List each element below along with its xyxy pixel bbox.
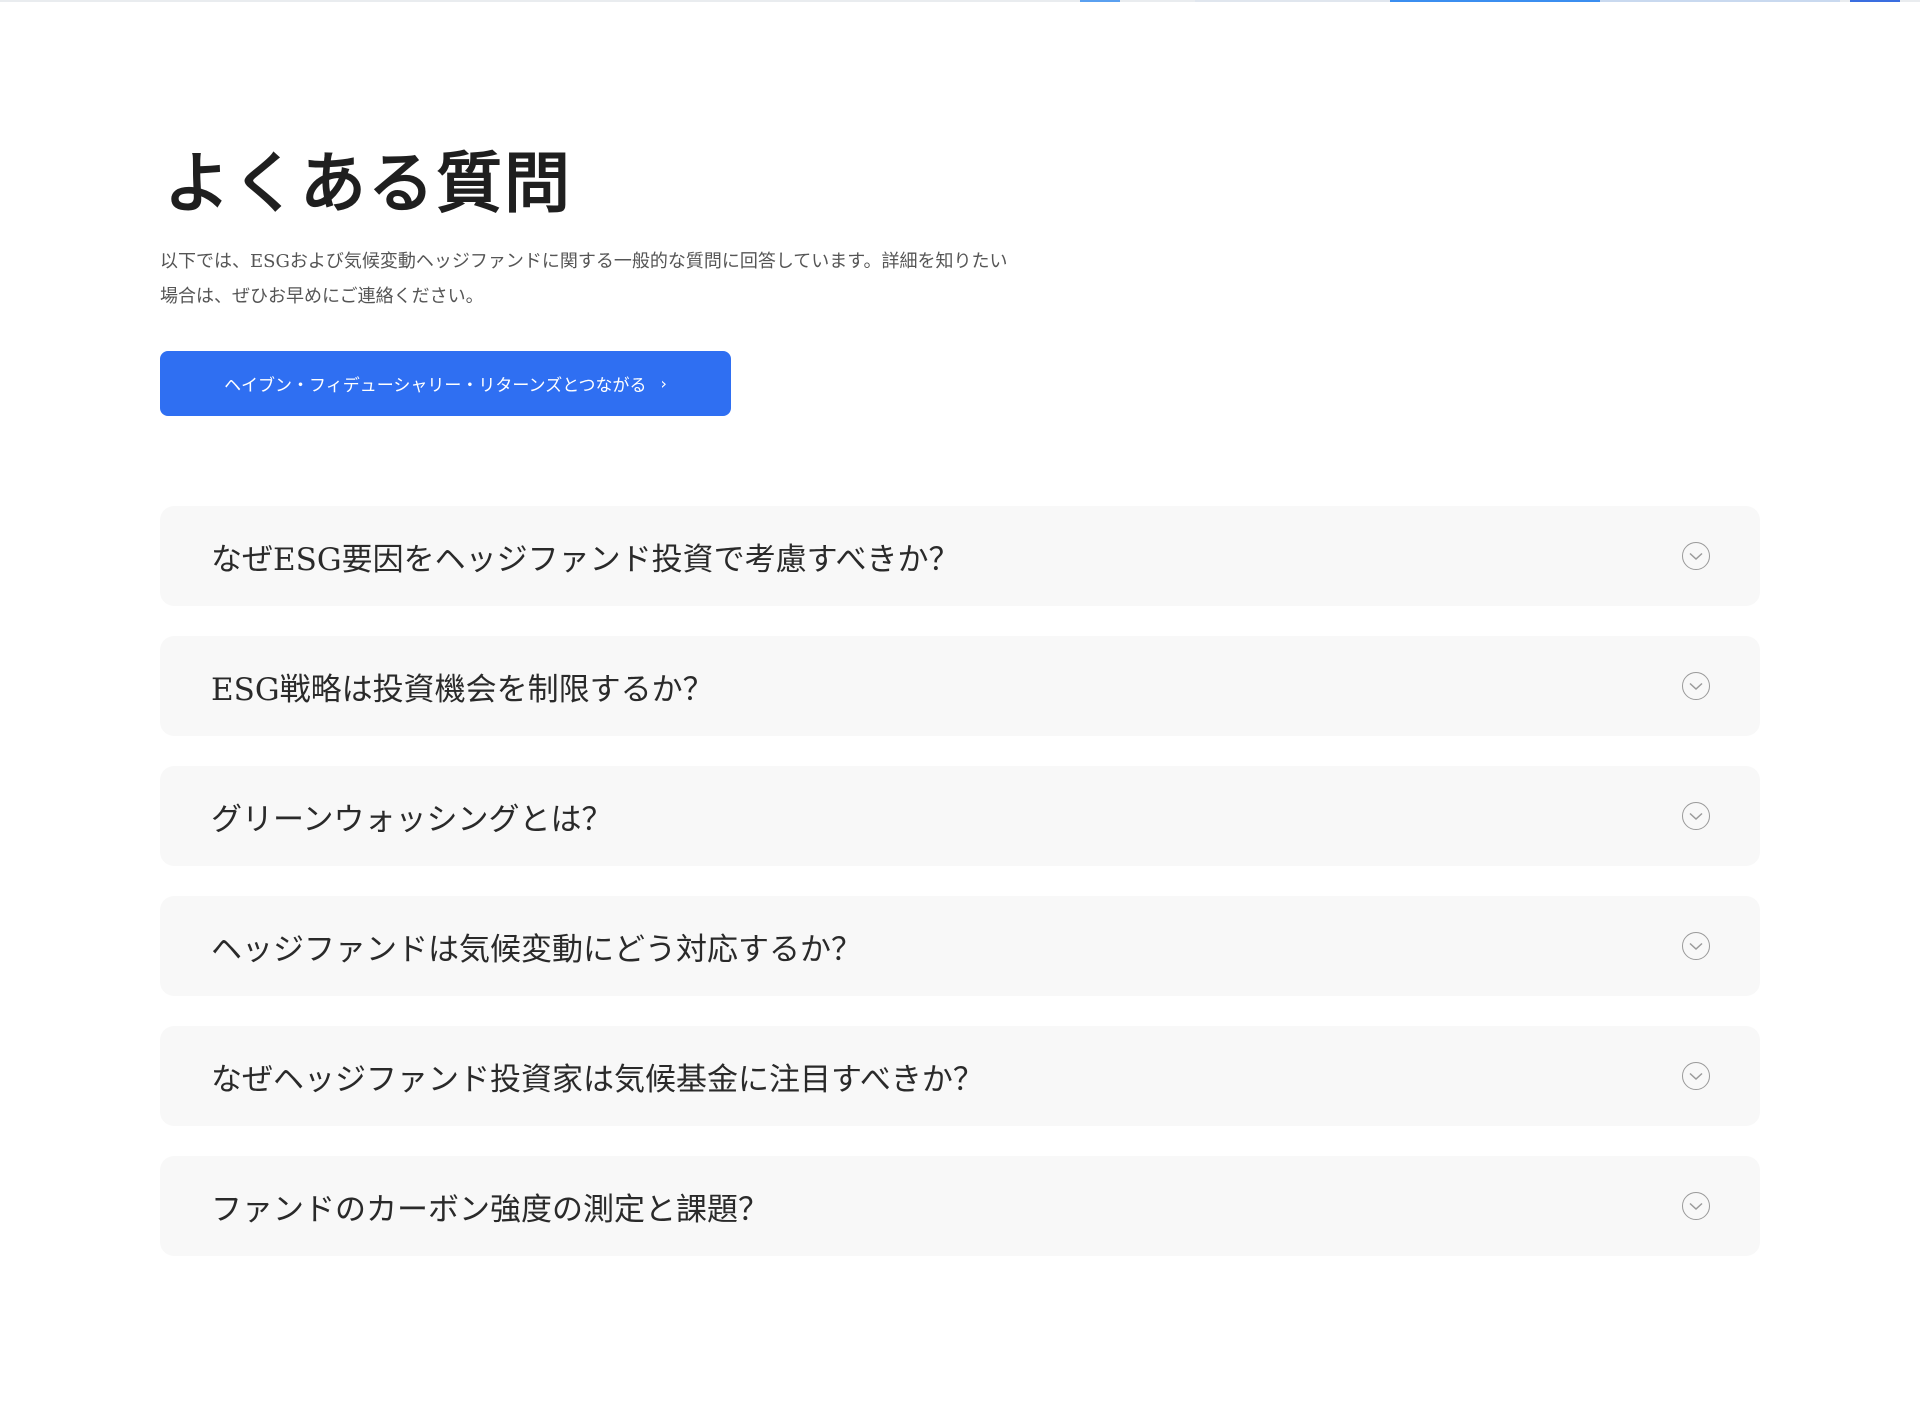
- faq-item[interactable]: なぜESG要因をヘッジファンド投資で考慮すべきか？: [160, 506, 1760, 606]
- chevron-down-circle-icon[interactable]: [1682, 802, 1710, 830]
- faq-question: ヘッジファンドは気候変動にどう対応するか？: [211, 931, 862, 968]
- page-title: よくある質問: [164, 144, 572, 222]
- faq-question: なぜヘッジファンド投資家は気候基金に注目すべきか？: [211, 1061, 984, 1098]
- top-bar-segment: [1195, 0, 1390, 2]
- faq-question: なぜESG要因をヘッジファンド投資で考慮すべきか？: [211, 541, 960, 578]
- top-bar-segment: [1600, 0, 1840, 2]
- faq-item[interactable]: グリーンウォッシングとは？: [160, 766, 1760, 866]
- chevron-down-circle-icon[interactable]: [1682, 932, 1710, 960]
- top-bar-segment: [1080, 0, 1120, 2]
- faq-item[interactable]: ヘッジファンドは気候変動にどう対応するか？: [160, 896, 1760, 996]
- faq-question: ファンドのカーボン強度の測定と課題？: [211, 1191, 769, 1228]
- top-bar-segment: [1850, 0, 1900, 2]
- top-progress-bar: [0, 0, 1920, 2]
- top-bar-segment: [1390, 0, 1600, 2]
- connect-button-label: ヘイブン・フィデューシャリー・リターンズとつながる: [224, 376, 647, 396]
- chevron-down-circle-icon[interactable]: [1682, 1192, 1710, 1220]
- faq-question: ESG戦略は投資機会を制限するか？: [211, 671, 714, 708]
- faq-question: グリーンウォッシングとは？: [211, 801, 613, 838]
- intro-text: 以下では、ESGおよび気候変動ヘッジファンドに関する一般的な質問に回答しています…: [160, 251, 1008, 307]
- chevron-right-icon: ›: [660, 374, 667, 393]
- faq-item[interactable]: ESG戦略は投資機会を制限するか？: [160, 636, 1760, 736]
- faq-item[interactable]: なぜヘッジファンド投資家は気候基金に注目すべきか？: [160, 1026, 1760, 1126]
- chevron-down-circle-icon[interactable]: [1682, 672, 1710, 700]
- faq-item[interactable]: ファンドのカーボン強度の測定と課題？: [160, 1156, 1760, 1256]
- chevron-down-circle-icon[interactable]: [1682, 1062, 1710, 1090]
- chevron-down-circle-icon[interactable]: [1682, 542, 1710, 570]
- faq-list: なぜESG要因をヘッジファンド投資で考慮すべきか？ ESG戦略は投資機会を制限す…: [160, 506, 1760, 1286]
- connect-button[interactable]: ヘイブン・フィデューシャリー・リターンズとつながる ›: [160, 351, 731, 416]
